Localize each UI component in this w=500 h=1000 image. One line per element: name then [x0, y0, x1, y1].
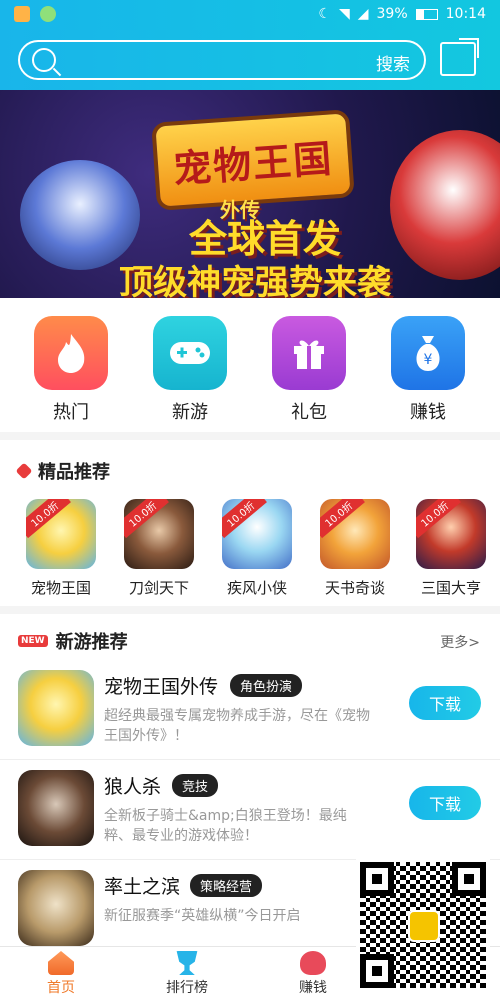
- genre-badge: 竞技: [172, 774, 219, 797]
- discount-tag: 10.0折: [320, 499, 366, 539]
- game-list-item[interactable]: 宠物王国外传 角色扮演 超经典最强专属宠物养成手游，尽在《宠物王国外传》！ 下载: [0, 660, 500, 760]
- qr-finder: [452, 862, 486, 896]
- game-title: 宠物王国外传: [104, 676, 219, 698]
- qr-logo-icon: [408, 910, 440, 942]
- qr-finder: [360, 954, 394, 988]
- game-description: 全新板子骑士&amp;白狼王登场！最纯粹、最专业的游戏体验！: [104, 808, 347, 844]
- featured-game-1[interactable]: 10.0折 宠物王国: [18, 499, 104, 598]
- search-button-label[interactable]: 搜索: [376, 50, 410, 75]
- discount-tag: 10.0折: [26, 499, 72, 539]
- tab-earn[interactable]: 赚钱: [268, 951, 358, 997]
- category-label: 新游: [172, 402, 208, 423]
- game-icon: [18, 770, 94, 846]
- game-title: 率土之滨: [104, 876, 181, 898]
- discount-tag: 10.0折: [416, 499, 462, 539]
- game-name: 刀剑天下: [128, 579, 189, 597]
- category-hot[interactable]: 热门: [31, 316, 111, 424]
- featured-game-3[interactable]: 10.0折 疾风小侠: [214, 499, 300, 598]
- banner-game-logo: 宠物王国: [155, 113, 351, 207]
- featured-game-5[interactable]: 10.0折 三国大亨: [408, 499, 494, 598]
- qr-finder: [360, 862, 394, 896]
- gift-icon: [272, 316, 346, 390]
- trophy-icon: [176, 951, 198, 975]
- tab-label: 首页: [47, 980, 75, 996]
- more-link[interactable]: 更多>: [440, 632, 480, 652]
- notification-icon: [40, 6, 56, 22]
- game-name: 宠物王国: [30, 579, 91, 597]
- tab-label: 排行榜: [166, 980, 208, 996]
- genre-badge: 策略经营: [190, 874, 263, 897]
- picks-section-title: 精品推荐: [15, 458, 110, 484]
- status-bar: ☾ ◥ ◢ 39% 10:14: [0, 0, 500, 30]
- featured-game-4[interactable]: 10.0折 天书奇谈: [312, 499, 398, 598]
- game-name: 三国大亨: [420, 579, 481, 597]
- category-new-games[interactable]: 新游: [150, 316, 230, 424]
- promo-banner[interactable]: 宠物王国 外传 全球首发 顶级神宠强势来袭: [0, 90, 500, 298]
- category-label: 热门: [53, 402, 89, 423]
- game-icon: 10.0折: [222, 499, 292, 569]
- new-badge-icon: NEW: [18, 635, 48, 647]
- game-icon: 10.0折: [320, 499, 390, 569]
- tab-label: 赚钱: [299, 980, 327, 996]
- battery-percent: 39%: [376, 6, 408, 22]
- money-bag-icon: ¥: [391, 316, 465, 390]
- banner-tagline: 顶级神宠强势来袭: [119, 263, 391, 298]
- clock-time: 10:14: [445, 6, 486, 22]
- picks-title-text: 精品推荐: [38, 462, 110, 483]
- flame-icon: [34, 316, 108, 390]
- battery-icon: [415, 8, 438, 20]
- diamond-icon: [15, 462, 33, 480]
- category-label: 礼包: [291, 402, 327, 423]
- game-title: 狼人杀: [104, 776, 162, 798]
- category-gift[interactable]: 礼包: [269, 316, 349, 424]
- game-name: 天书奇谈: [324, 579, 385, 597]
- game-list-item[interactable]: 狼人杀 竞技 全新板子骑士&amp;白狼王登场！最纯粹、最专业的游戏体验！ 下载: [0, 760, 500, 860]
- search-bar[interactable]: 搜索: [18, 40, 426, 80]
- game-icon: 10.0折: [26, 499, 96, 569]
- banner-headline: 全球首发: [188, 217, 341, 261]
- discount-tag: 10.0折: [124, 499, 170, 539]
- game-icon: [18, 670, 94, 746]
- game-icon: 10.0折: [416, 499, 486, 569]
- banner-pet-left-image: [20, 160, 140, 270]
- tab-home[interactable]: 首页: [16, 951, 106, 997]
- download-button[interactable]: 下载: [409, 686, 481, 720]
- section-divider: [0, 606, 500, 614]
- category-shortcuts: 热门 新游 礼包 ¥ 赚钱: [0, 300, 500, 440]
- svg-text:¥: ¥: [424, 352, 433, 368]
- game-name: 疾风小侠: [226, 579, 287, 597]
- search-icon: [32, 48, 56, 72]
- genre-badge: 角色扮演: [230, 674, 303, 697]
- category-label: 赚钱: [410, 402, 446, 423]
- game-app-icon: [14, 6, 30, 22]
- game-icon: [18, 870, 94, 946]
- home-icon: [48, 951, 74, 975]
- discount-tag: 10.0折: [222, 499, 268, 539]
- wifi-icon: ◥: [338, 6, 350, 22]
- share-icon[interactable]: [440, 38, 479, 76]
- qr-code: [356, 858, 490, 992]
- game-description: 超经典最强专属宠物养成手游，尽在《宠物王国外传》！: [104, 708, 370, 744]
- featured-game-2[interactable]: 10.0折 刀剑天下: [116, 499, 202, 598]
- game-description: 新征服赛季“英雄纵横”今日开启: [104, 908, 301, 924]
- app-header: 搜索: [0, 30, 500, 90]
- download-button[interactable]: 下载: [409, 786, 481, 820]
- new-games-section-title: NEW 新游推荐: [18, 628, 128, 654]
- gamepad-icon: [153, 316, 227, 390]
- money-bag-icon: [300, 951, 326, 975]
- new-games-title-text: 新游推荐: [55, 632, 128, 653]
- tab-ranking[interactable]: 排行榜: [142, 951, 232, 997]
- moon-icon: ☾: [318, 6, 331, 22]
- game-icon: 10.0折: [124, 499, 194, 569]
- signal-icon: ◢: [357, 6, 369, 22]
- featured-games-row: 10.0折 宠物王国 10.0折 刀剑天下 10.0折 疾风小侠 10.0折 天…: [0, 495, 500, 605]
- category-earn[interactable]: ¥ 赚钱: [388, 316, 468, 424]
